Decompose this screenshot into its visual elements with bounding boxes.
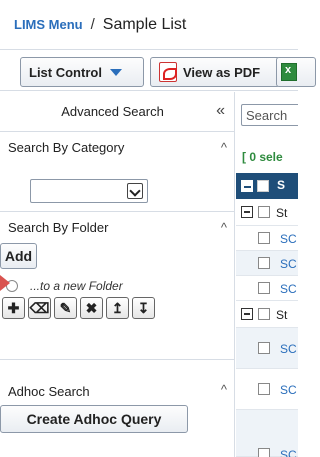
grid-header: S: [236, 173, 298, 199]
row-checkbox[interactable]: [258, 282, 270, 294]
new-folder-label: ...to a new Folder: [30, 279, 123, 293]
chevron-down-icon: [127, 183, 143, 199]
add-icon[interactable]: ✚: [2, 297, 25, 319]
group-label: St: [276, 308, 288, 322]
sample-link[interactable]: SC: [280, 383, 297, 397]
category-toggle-icon[interactable]: ^: [221, 140, 227, 155]
collapse-all-icon[interactable]: [241, 180, 253, 192]
export-excel-button[interactable]: [276, 57, 316, 87]
category-select[interactable]: [30, 179, 148, 203]
search-by-category-title: Search By Category: [8, 140, 125, 155]
group-label: St: [276, 206, 288, 220]
group-checkbox[interactable]: [258, 206, 270, 218]
pointer-arrow-icon: [0, 275, 10, 291]
toolbar: List Control View as PDF: [0, 49, 316, 91]
view-as-pdf-label: View as PDF: [183, 64, 261, 80]
search-by-folder-title: Search By Folder: [8, 220, 109, 235]
group-row: St: [236, 301, 298, 328]
selected-count: [ 0 sele: [242, 150, 283, 164]
breadcrumb: LIMS Menu / Sample List: [0, 0, 298, 49]
group-collapse-icon[interactable]: [241, 206, 253, 218]
list-control-button[interactable]: List Control: [20, 57, 144, 87]
adhoc-search-title: Adhoc Search: [8, 384, 90, 399]
breadcrumb-separator: /: [90, 16, 95, 33]
table-row: SC: [236, 226, 298, 251]
table-row: SC: [236, 328, 298, 369]
delete-icon[interactable]: ✖: [80, 297, 103, 319]
list-control-label: List Control: [29, 64, 102, 80]
group-checkbox[interactable]: [258, 308, 270, 320]
table-row: SC: [236, 276, 298, 301]
sample-link[interactable]: SC: [280, 448, 297, 457]
edit-icon[interactable]: ✎: [54, 297, 77, 319]
adhoc-search-section: Adhoc Search ^ Create Adhoc Query: [0, 360, 235, 457]
sample-link[interactable]: SC: [280, 342, 297, 356]
table-row: SC: [236, 251, 298, 276]
row-checkbox[interactable]: [258, 342, 270, 354]
lims-menu-link[interactable]: LIMS Menu: [14, 17, 83, 32]
row-checkbox[interactable]: [258, 448, 270, 457]
folder-tools: ✚ ⌫ ✎ ✖ ↥ ↧: [2, 297, 155, 319]
advanced-search-title: Advanced Search: [61, 104, 164, 119]
folder-toggle-icon[interactable]: ^: [221, 220, 227, 235]
move-down-icon[interactable]: ↧: [132, 297, 155, 319]
eraser-icon[interactable]: ⌫: [28, 297, 51, 319]
search-by-folder-section: Search By Folder ^ Add ...to a new Folde…: [0, 212, 235, 360]
move-up-icon[interactable]: ↥: [106, 297, 129, 319]
row-checkbox[interactable]: [258, 383, 270, 395]
view-as-pdf-button[interactable]: View as PDF: [150, 57, 280, 87]
create-adhoc-query-button[interactable]: Create Adhoc Query: [0, 405, 188, 433]
group-collapse-icon[interactable]: [241, 308, 253, 320]
sample-link[interactable]: SC: [280, 232, 297, 246]
pdf-icon: [159, 62, 177, 82]
panel-header: Advanced Search «: [0, 92, 235, 132]
row-checkbox[interactable]: [258, 232, 270, 244]
adhoc-toggle-icon[interactable]: ^: [221, 382, 227, 397]
new-folder-option[interactable]: ...to a new Folder: [6, 279, 123, 293]
caret-down-icon: [109, 68, 122, 76]
group-row: St: [236, 199, 298, 226]
excel-icon: [281, 63, 297, 81]
select-all-checkbox[interactable]: [257, 180, 269, 192]
sample-link[interactable]: SC: [280, 257, 297, 271]
table-row: SC: [236, 369, 298, 410]
table-row: SC: [236, 410, 298, 457]
grid-search-input[interactable]: Search: [241, 104, 298, 126]
sample-link[interactable]: SC: [280, 282, 297, 296]
row-checkbox[interactable]: [258, 257, 270, 269]
header-column-label: S: [277, 178, 286, 192]
add-folder-button[interactable]: Add: [0, 243, 37, 269]
advanced-search-panel: Advanced Search « Search By Category ^ S…: [0, 92, 235, 457]
collapse-panel-icon[interactable]: «: [216, 102, 225, 120]
page-title: Sample List: [102, 15, 187, 33]
search-by-category-section: Search By Category ^: [0, 132, 235, 212]
sample-grid-panel: Search [ 0 sele S St SC SC SC St SC SC S…: [236, 92, 298, 457]
